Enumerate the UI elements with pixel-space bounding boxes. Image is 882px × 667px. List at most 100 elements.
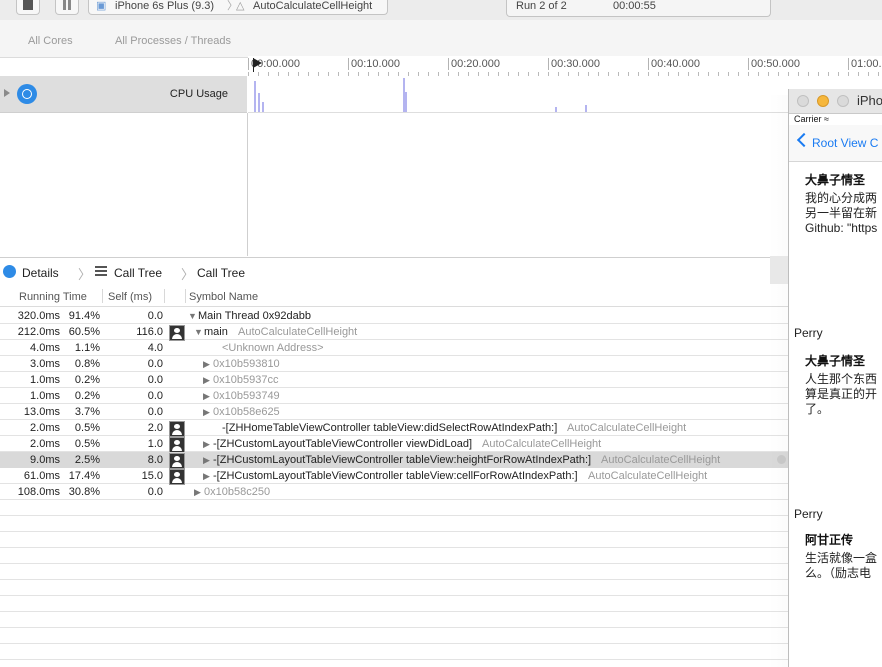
ruler-tick-label: 01:00.0 [848,58,882,70]
stop-button[interactable] [16,0,40,15]
library-name: AutoCalculateCellHeight [567,422,687,434]
ruler-tick-label: 00:40.000 [648,58,700,70]
self-time: 15.0 [141,470,163,482]
running-percent: 2.5% [74,454,100,466]
table-row[interactable]: 320.0ms 91.4% 0.0 ▼ Main Thread 0x92dabb [0,308,882,324]
cpu-instrument-icon [3,265,16,278]
column-divider[interactable] [185,289,186,303]
self-time: 0.0 [147,358,163,370]
cell-title: 大鼻子情圣 [805,354,866,368]
stop-icon [23,0,33,10]
symbol-name: -[ZHCustomLayoutTableViewController view… [213,438,473,450]
running-time: 2.0ms [30,438,60,450]
simulator-title: iPho [857,93,882,108]
zoom-window-button[interactable] [837,95,849,107]
self-time: 0.0 [147,310,163,322]
cell-body-line: 么。（励志电 [805,566,872,580]
user-code-icon [169,325,185,341]
timeline-ruler[interactable]: 00:00.000 00:10.000 00:20.000 00:30.000 00:4… [248,56,882,77]
pause-button[interactable] [55,0,79,15]
running-time: 2.0ms [30,422,60,434]
running-time: 1.0ms [30,374,60,386]
table-row[interactable]: 1.0ms 0.2% 0.0 ▶ 0x10b593749 [0,388,882,404]
scheme-selector[interactable]: ▣ iPhone 6s Plus (9.3) 〉 △ AutoCalculate… [88,0,388,15]
cell-body-line: 生活就像一盒 [805,551,878,565]
disclosure-closed-icon[interactable]: ▶ [203,404,210,420]
chevron-right-icon: 〉 [181,267,195,282]
table-row[interactable]: 2.0ms 0.5% 2.0 -[ZHHomeTableViewController … [0,420,882,437]
ruler-tick-label: 00:50.000 [748,58,800,70]
disclosure-closed-icon[interactable]: ▶ [203,468,210,484]
crumb-details[interactable]: Details [22,266,59,280]
table-row[interactable]: 9.0ms 2.5% 8.0 ▶ -[ZHCustomLayoutTableViewCo… [0,452,882,469]
library-name: AutoCalculateCellHeight [482,438,602,450]
disclosure-closed-icon[interactable]: ▶ [194,484,201,500]
symbol-name: 0x10b58e625 [213,406,280,418]
track-list-empty [0,113,248,256]
running-time: 1.0ms [30,390,60,402]
cpu-usage-spike [555,107,557,112]
run-label: Run 2 of 2 [516,0,567,12]
symbol-name: -[ZHCustomLayoutTableViewController tabl… [213,470,578,482]
cell-body-line: 算是真正的开 [805,387,878,401]
table-row[interactable]: 3.0ms 0.8% 0.0 ▶ 0x10b593810 [0,356,882,372]
back-chevron-icon[interactable] [796,132,812,148]
running-time: 320.0ms [17,310,60,322]
self-time: 0.0 [147,406,163,418]
running-time: 3.0ms [30,358,60,370]
symbol-name: -[ZHCustomLayoutTableViewController tabl… [213,454,592,466]
table-row[interactable]: 61.0ms 17.4% 15.0 ▶ -[ZHCustomLayoutTableVie… [0,468,882,485]
column-running-time[interactable]: Running Time [19,291,87,303]
track-label: CPU Usage [169,88,228,100]
disclosure-closed-icon[interactable]: ▶ [203,356,210,372]
symbol-name: 0x10b58c250 [204,486,271,498]
target-icon: △ [236,0,245,12]
filter-bar: All Cores All Processes / Threads [0,20,882,58]
wifi-icon: ≈ [824,114,829,124]
table-row[interactable]: 13.0ms 3.7% 0.0 ▶ 0x10b58e625 [0,404,882,420]
disclosure-open-icon[interactable]: ▼ [188,308,197,324]
self-time: 0.0 [147,390,163,402]
playhead-flag-icon[interactable] [253,58,262,68]
disclosure-closed-icon[interactable]: ▶ [203,372,210,388]
disclosure-closed-icon[interactable]: ▶ [203,436,210,452]
column-self[interactable]: Self (ms) [108,291,152,303]
symbol-name: 0x10b593810 [213,358,280,370]
running-percent: 3.7% [74,406,100,418]
column-symbol[interactable]: Symbol Name [189,291,258,303]
simulator-window[interactable]: iPho Carrier ≈ Root View C 大鼻子情圣 我的心分成两 另一… [788,89,882,667]
back-button[interactable]: Root View C [812,136,878,150]
close-window-button[interactable] [797,95,809,107]
column-divider[interactable] [164,289,165,303]
table-row[interactable]: 1.0ms 0.2% 0.0 ▶ 0x10b5937cc [0,372,882,388]
target-label: AutoCalculateCellHeight [253,0,373,12]
table-row[interactable]: 212.0ms 60.5% 116.0 ▼ main AutoCalculateCellH… [0,324,882,341]
threads-filter[interactable]: All Processes / Threads [115,35,231,47]
symbol-name: <Unknown Address> [222,342,324,354]
library-name: AutoCalculateCellHeight [601,454,721,466]
cell-body-line: Github: "https [805,221,878,235]
minimize-window-button[interactable] [817,95,829,107]
table-row[interactable]: 2.0ms 0.5% 1.0 ▶ -[ZHCustomLayoutTableViewCo… [0,436,882,453]
ruler-tick-label: 00:10.000 [348,58,400,70]
call-tree-table: 320.0ms 91.4% 0.0 ▼ Main Thread 0x92dabb 212.… [0,308,882,667]
disclosure-open-icon[interactable]: ▼ [194,324,203,340]
cores-filter[interactable]: All Cores [28,35,73,47]
disclosure-triangle-icon[interactable] [4,89,10,97]
cell-title: 阿甘正传 [805,533,854,547]
crumb-call-tree[interactable]: Call Tree [114,266,162,280]
column-divider[interactable] [102,289,103,303]
simulator-titlebar[interactable]: iPho [789,89,882,114]
table-row[interactable]: 108.0ms 30.8% 0.0 ▶ 0x10b58c250 [0,484,882,500]
user-code-icon [169,421,185,437]
disclosure-closed-icon[interactable]: ▶ [203,388,210,404]
status-bar-carrier: Carrier ≈ [794,114,829,124]
library-name: AutoCalculateCellHeight [238,326,358,338]
table-row[interactable]: 4.0ms 1.1% 4.0 <Unknown Address> [0,340,882,356]
chevron-right-icon: 〉 [78,267,92,282]
run-status[interactable]: Run 2 of 2 00:00:55 [506,0,771,17]
cpu-usage-spike [254,81,256,112]
disclosure-closed-icon[interactable]: ▶ [203,452,210,468]
running-percent: 0.5% [74,422,100,434]
crumb-call-tree-current[interactable]: Call Tree [197,266,245,280]
